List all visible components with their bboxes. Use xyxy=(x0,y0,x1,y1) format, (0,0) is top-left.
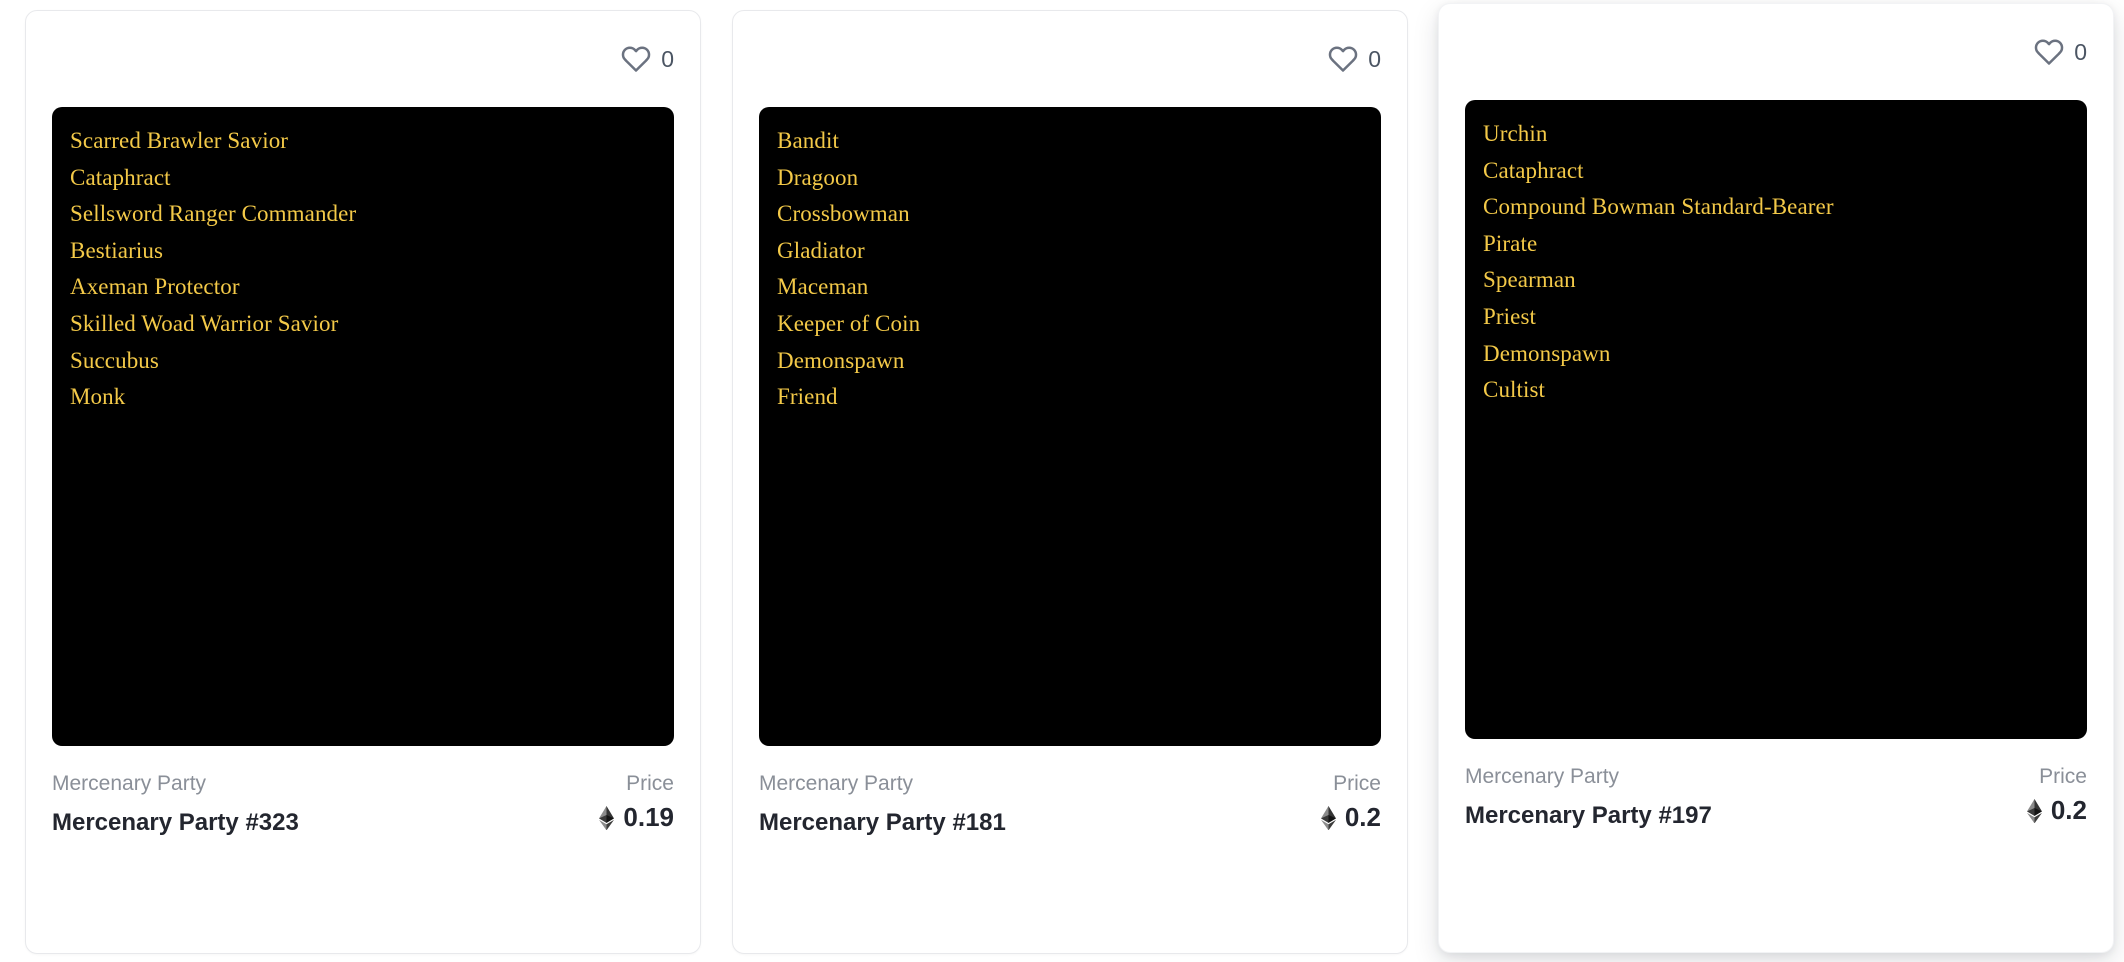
card-meta-bottom-row: Mercenary Party #323 0.19 xyxy=(52,802,674,837)
trait-line: Keeper of Coin xyxy=(777,310,921,336)
trait-line: Maceman xyxy=(777,274,869,300)
heart-icon xyxy=(621,44,651,74)
card-meta-bottom-row: Mercenary Party #197 0.2 xyxy=(1465,795,2087,830)
like-count: 0 xyxy=(661,45,674,72)
card-meta: Mercenary Party Price Mercenary Party #3… xyxy=(26,746,700,953)
collection-label: Mercenary Party xyxy=(759,772,914,795)
price-value: 0.19 xyxy=(599,802,674,833)
trait-line: Cataphract xyxy=(70,164,171,190)
collection-label: Mercenary Party xyxy=(1465,765,1620,788)
trait-line: Spearman xyxy=(1483,267,1576,293)
price-value: 0.2 xyxy=(1320,802,1381,833)
trait-line: Scarred Brawler Savior xyxy=(70,128,289,153)
trait-line: Succubus xyxy=(70,347,159,373)
nft-card[interactable]: 0 Scarred Brawler Savior Cataphract Sell… xyxy=(25,10,701,954)
trait-line: Axeman Protector xyxy=(70,274,240,300)
nft-card[interactable]: 0 Urchin Cataphract Compound Bowman Stan… xyxy=(1438,3,2114,953)
card-like-row: 0 xyxy=(1439,4,2113,100)
trait-line: Urchin xyxy=(1483,121,1548,146)
price-value: 0.2 xyxy=(2026,795,2087,826)
nft-card[interactable]: 0 Bandit Dragoon Crossbowman Gladiator M… xyxy=(732,10,1408,954)
card-meta-top-row: Mercenary Party Price xyxy=(1465,764,2087,789)
price-amount: 0.2 xyxy=(2050,795,2087,826)
ethereum-icon xyxy=(2026,798,2042,824)
card-meta: Mercenary Party Price Mercenary Party #1… xyxy=(1439,739,2113,952)
trait-line: Monk xyxy=(70,384,126,410)
trait-line: Compound Bowman Standard-Bearer xyxy=(1483,194,1834,220)
trait-line: Friend xyxy=(777,384,838,410)
card-meta: Mercenary Party Price Mercenary Party #1… xyxy=(733,746,1407,953)
like-button[interactable]: 0 xyxy=(2034,37,2087,67)
nft-art-panel[interactable]: Scarred Brawler Savior Cataphract Sellsw… xyxy=(52,107,674,746)
like-button[interactable]: 0 xyxy=(1328,44,1381,74)
price-label: Price xyxy=(626,772,674,795)
trait-line: Bandit xyxy=(777,128,839,153)
card-meta-bottom-row: Mercenary Party #181 0.2 xyxy=(759,802,1381,837)
nft-card-grid: 0 Scarred Brawler Savior Cataphract Sell… xyxy=(0,0,2124,962)
trait-line: Cultist xyxy=(1483,377,1546,403)
price-amount: 0.2 xyxy=(1344,802,1381,833)
card-meta-top-row: Mercenary Party Price xyxy=(52,771,674,796)
card-like-row: 0 xyxy=(26,11,700,107)
trait-line: Crossbowman xyxy=(777,201,910,227)
trait-line: Dragoon xyxy=(777,164,859,190)
ethereum-icon xyxy=(1320,805,1336,831)
price-amount: 0.19 xyxy=(623,802,674,833)
trait-line: Cataphract xyxy=(1483,157,1584,183)
price-label: Price xyxy=(2039,765,2087,788)
nft-art-panel[interactable]: Urchin Cataphract Compound Bowman Standa… xyxy=(1465,100,2087,739)
heart-icon xyxy=(1328,44,1358,74)
like-count: 0 xyxy=(2074,38,2087,65)
trait-line: Sellsword Ranger Commander xyxy=(70,201,357,227)
nft-art-panel[interactable]: Bandit Dragoon Crossbowman Gladiator Mac… xyxy=(759,107,1381,746)
like-count: 0 xyxy=(1368,45,1381,72)
card-meta-top-row: Mercenary Party Price xyxy=(759,771,1381,796)
price-label: Price xyxy=(1333,772,1381,795)
like-button[interactable]: 0 xyxy=(621,44,674,74)
trait-line: Skilled Woad Warrior Savior xyxy=(70,310,339,336)
trait-line: Pirate xyxy=(1483,230,1538,256)
trait-line: Priest xyxy=(1483,303,1536,329)
item-title[interactable]: Mercenary Party #323 xyxy=(52,809,299,838)
trait-line: Demonspawn xyxy=(1483,340,1611,366)
item-title[interactable]: Mercenary Party #197 xyxy=(1465,802,1712,831)
item-title[interactable]: Mercenary Party #181 xyxy=(759,809,1006,838)
trait-line: Bestiarius xyxy=(70,237,163,263)
trait-line: Demonspawn xyxy=(777,347,905,373)
card-like-row: 0 xyxy=(733,11,1407,107)
ethereum-icon xyxy=(599,805,615,831)
trait-line: Gladiator xyxy=(777,237,865,263)
collection-label: Mercenary Party xyxy=(52,772,207,795)
heart-icon xyxy=(2034,37,2064,67)
